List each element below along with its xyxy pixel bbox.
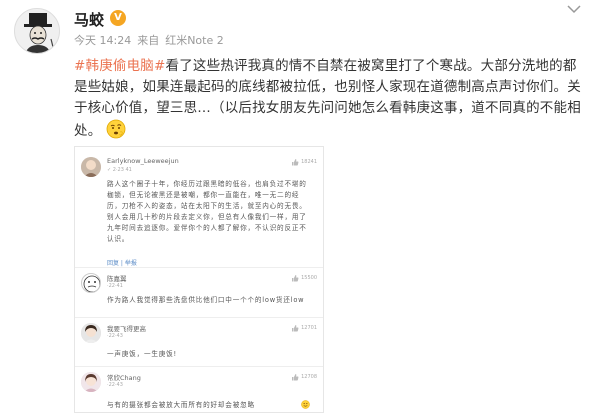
divider <box>75 267 323 268</box>
thumb-up-icon <box>292 159 299 166</box>
commenter-name[interactable]: Earlyknow_Leeweejun <box>107 157 179 165</box>
smile-emoji-icon <box>301 400 310 409</box>
like-count: 15500 <box>301 275 317 281</box>
commenter-avatar <box>81 273 101 293</box>
vip-badge-icon[interactable]: V <box>110 10 126 26</box>
comment-time: ·22·43 <box>107 333 123 339</box>
thumb-up-icon <box>292 374 299 381</box>
author-avatar[interactable] <box>14 8 60 54</box>
commenter-name[interactable]: 我要飞得更高 <box>107 323 146 333</box>
like-count: 12701 <box>301 325 317 331</box>
commenter-avatar <box>81 157 101 177</box>
commenter-avatar <box>81 323 101 343</box>
post-meta: 今天 14:24 来自 红米Note 2 <box>74 32 224 48</box>
commenter-avatar <box>81 372 101 392</box>
comment-like[interactable]: 18241 <box>291 158 317 166</box>
reply-link[interactable]: 回复 | 举报 <box>107 258 137 267</box>
doubt-emoji-icon <box>106 119 126 139</box>
like-count: 12708 <box>301 374 317 380</box>
thumb-up-icon <box>292 325 299 332</box>
comment-time: ·22·43 <box>107 382 123 388</box>
divider <box>75 366 323 367</box>
like-count: 18241 <box>301 159 317 165</box>
comment-time: ·22·41 <box>107 283 123 289</box>
comment-like[interactable]: 12708 <box>291 373 317 381</box>
commenter-name[interactable]: 陈嘉翼 <box>107 273 127 283</box>
comment-screenshot-image[interactable]: Earlyknow_Leeweejun ✓ 2·23 41 18241 路人这个… <box>74 146 324 413</box>
divider <box>75 317 323 318</box>
commenter-name[interactable]: 常欣Chang <box>107 372 141 382</box>
comment-time: ✓ 2·23 41 <box>107 167 132 173</box>
comment-text: 一声庚饭，一生庚饭! <box>107 350 177 358</box>
chevron-down-icon[interactable] <box>566 4 582 14</box>
post-source[interactable]: 红米Note 2 <box>165 32 224 48</box>
author-name[interactable]: 马蛟 <box>74 9 104 30</box>
post-body: #韩庚偷电脑#看了这些热评我真的情不自禁在被窝里打了个寒战。大部分洗地的都是些姑… <box>74 56 582 142</box>
hashtag-link[interactable]: #韩庚偷电脑# <box>74 58 166 74</box>
source-prefix: 来自 <box>137 34 160 47</box>
thumb-up-icon <box>292 275 299 282</box>
comment-text: 与有的摄张都会被放大而所有的好却会被忽略 <box>107 401 255 409</box>
comment-text: 路人这个圈子十年，你经历过跟黑暗的低谷，也肩负过不堪的枷锁，但无论被黑还是被嘲，… <box>107 180 307 243</box>
comment-text: 作为路人我觉得那些洗盘供比他们口中一个个的low货还low <box>107 296 305 304</box>
post-time[interactable]: 今天 14:24 <box>74 32 131 48</box>
comment-like[interactable]: 12701 <box>291 324 317 332</box>
comment-like[interactable]: 15500 <box>291 274 317 282</box>
